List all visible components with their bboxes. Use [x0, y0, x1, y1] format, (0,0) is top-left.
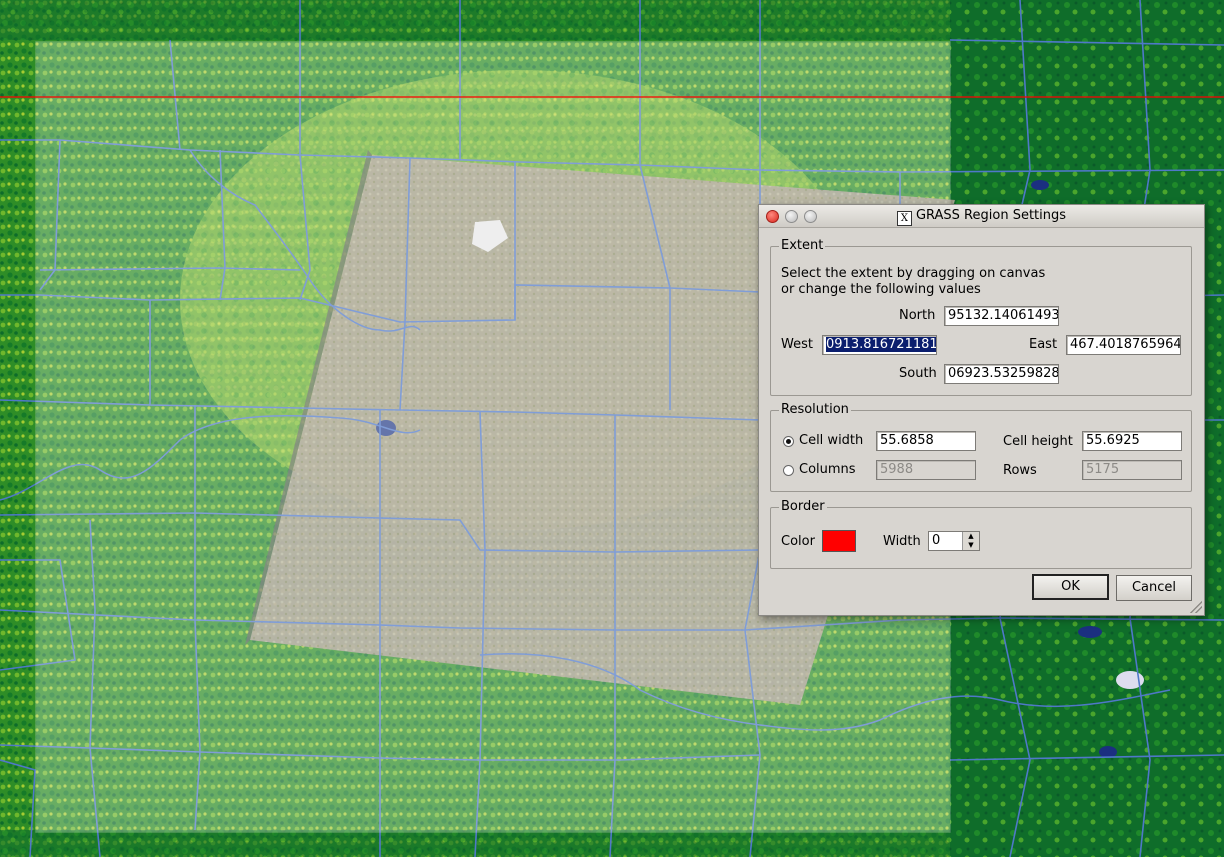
cell-width-value: 55.6858	[880, 433, 934, 448]
border-width-value: 0	[932, 533, 941, 548]
columns-radio[interactable]	[783, 465, 794, 476]
cell-height-value: 55.6925	[1086, 433, 1140, 448]
dialog-title-text: GRASS Region Settings	[915, 208, 1067, 223]
extent-legend: Extent	[779, 238, 826, 253]
columns-field: 5988	[876, 460, 976, 480]
resolution-group: Resolution Cell width 55.6858 Cell heigh…	[770, 402, 1192, 492]
west-label: West	[781, 337, 813, 352]
rows-label: Rows	[1003, 463, 1037, 478]
border-width-spinner[interactable]: 0 ▲ ▼	[928, 531, 980, 551]
south-value: 06923.53259828	[948, 366, 1059, 381]
dialog-title: X GRASS Region Settings	[759, 208, 1204, 226]
border-group: Border Color Width 0 ▲ ▼	[770, 499, 1192, 569]
south-label: South	[899, 366, 937, 381]
north-field[interactable]: 95132.14061493	[944, 306, 1059, 326]
dialog-titlebar[interactable]: X GRASS Region Settings	[759, 205, 1204, 228]
north-label: North	[899, 308, 936, 323]
east-value: 467.4018765964	[1070, 337, 1181, 352]
south-field[interactable]: 06923.53259828	[944, 364, 1059, 384]
columns-label: Columns	[799, 462, 856, 477]
x11-icon: X	[896, 211, 912, 226]
west-value: 0913.816721181	[826, 337, 937, 352]
east-label: East	[1029, 337, 1058, 352]
extent-group: Extent Select the extent by dragging on …	[770, 238, 1192, 396]
columns-value: 5988	[880, 462, 914, 477]
spin-down-icon[interactable]: ▼	[962, 541, 979, 550]
resolution-legend: Resolution	[779, 402, 851, 417]
border-width-label: Width	[883, 534, 921, 549]
region-settings-dialog: X GRASS Region Settings Extent Select the…	[758, 204, 1205, 616]
cell-height-label: Cell height	[1003, 434, 1073, 449]
border-color-swatch[interactable]	[822, 530, 856, 552]
extent-instructions-1: Select the extent by dragging on canvas	[781, 266, 1046, 281]
north-value: 95132.14061493	[948, 308, 1059, 323]
cell-width-label: Cell width	[799, 433, 864, 448]
rows-field: 5175	[1082, 460, 1182, 480]
cell-width-field[interactable]: 55.6858	[876, 431, 976, 451]
extent-instructions-2: or change the following values	[781, 282, 981, 297]
west-field[interactable]: 0913.816721181	[822, 335, 937, 355]
cell-width-radio[interactable]	[783, 436, 794, 447]
border-legend: Border	[779, 499, 827, 514]
east-field[interactable]: 467.4018765964	[1066, 335, 1181, 355]
resize-grip-icon[interactable]	[1190, 601, 1202, 613]
ok-button[interactable]: OK	[1032, 574, 1109, 600]
border-color-label: Color	[781, 534, 815, 549]
cancel-button[interactable]: Cancel	[1116, 575, 1192, 601]
cell-height-field[interactable]: 55.6925	[1082, 431, 1182, 451]
rows-value: 5175	[1086, 462, 1120, 477]
spin-up-icon[interactable]: ▲	[962, 532, 979, 541]
